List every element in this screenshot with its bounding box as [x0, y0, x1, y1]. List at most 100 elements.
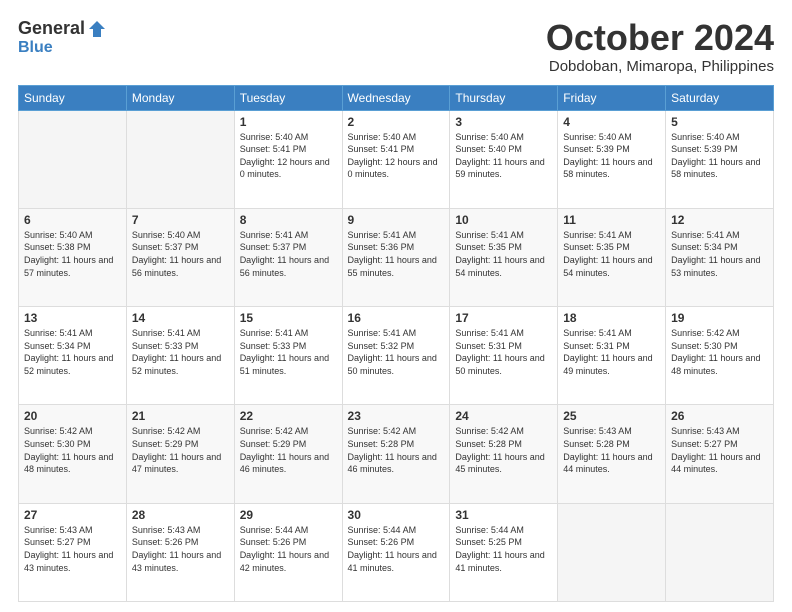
- calendar-cell: [126, 110, 234, 208]
- sunrise-text: Sunrise: 5:43 AM: [563, 425, 660, 438]
- daylight-text: Daylight: 11 hours and 54 minutes.: [455, 254, 552, 279]
- calendar-cell: 11Sunrise: 5:41 AMSunset: 5:35 PMDayligh…: [558, 208, 666, 306]
- daylight-text: Daylight: 11 hours and 52 minutes.: [24, 352, 121, 377]
- sunrise-text: Sunrise: 5:42 AM: [348, 425, 445, 438]
- calendar-cell: 12 Sunrise: 5:41 AMSunset: 5:34 PMDayligh…: [666, 208, 774, 306]
- sunset-text: Sunset: 5:25 PM: [455, 536, 552, 549]
- calendar-week-row: 13Sunrise: 5:41 AMSunset: 5:34 PMDayligh…: [19, 307, 774, 405]
- calendar-cell: 22 Sunrise: 5:42 AMSunset: 5:29 PMDayligh…: [234, 405, 342, 503]
- logo-icon: [87, 19, 107, 39]
- daylight-text: Daylight: 11 hours and 57 minutes.: [24, 254, 121, 279]
- sunset-text: Sunset: 5:35 PM: [563, 241, 660, 254]
- daylight-text: Daylight: 11 hours and 53 minutes.: [671, 254, 768, 279]
- calendar-day-header: Monday: [126, 85, 234, 110]
- daylight-text: Daylight: 11 hours and 46 minutes.: [240, 451, 337, 476]
- day-info: Sunrise: 5:41 AMSunset: 5:35 PMDaylight:…: [563, 229, 660, 279]
- daylight-text: Daylight: 11 hours and 41 minutes.: [348, 549, 445, 574]
- calendar-cell: 25 Sunrise: 5:43 AMSunset: 5:28 PMDayligh…: [558, 405, 666, 503]
- daylight-text: Daylight: 11 hours and 52 minutes.: [132, 352, 229, 377]
- day-info: Sunrise: 5:41 AMSunset: 5:31 PMDaylight:…: [455, 327, 552, 377]
- day-info: Sunrise: 5:40 AMSunset: 5:38 PMDaylight:…: [24, 229, 121, 279]
- day-number: 24: [455, 409, 552, 423]
- calendar-cell: 21Sunrise: 5:42 AMSunset: 5:29 PMDayligh…: [126, 405, 234, 503]
- calendar-cell: 20Sunrise: 5:42 AMSunset: 5:30 PMDayligh…: [19, 405, 127, 503]
- daylight-text: Daylight: 11 hours and 59 minutes.: [455, 156, 552, 181]
- day-info: Sunrise: 5:41 AMSunset: 5:36 PMDaylight:…: [348, 229, 445, 279]
- sunset-text: Sunset: 5:28 PM: [348, 438, 445, 451]
- day-number: 22: [240, 409, 337, 423]
- sunrise-text: Sunrise: 5:41 AM: [240, 229, 337, 242]
- calendar-header-row: SundayMondayTuesdayWednesdayThursdayFrid…: [19, 85, 774, 110]
- day-number: 4: [563, 115, 660, 129]
- sunset-text: Sunset: 5:37 PM: [240, 241, 337, 254]
- daylight-text: Daylight: 11 hours and 56 minutes.: [240, 254, 337, 279]
- calendar-cell: 14Sunrise: 5:41 AMSunset: 5:33 PMDayligh…: [126, 307, 234, 405]
- day-number: 13: [24, 311, 121, 325]
- day-number: 19: [671, 311, 768, 325]
- sunrise-text: Sunrise: 5:41 AM: [455, 327, 552, 340]
- calendar-cell: 24 Sunrise: 5:42 AMSunset: 5:28 PMDayligh…: [450, 405, 558, 503]
- day-number: 29: [240, 508, 337, 522]
- calendar-cell: 5Sunrise: 5:40 AMSunset: 5:39 PMDaylight…: [666, 110, 774, 208]
- daylight-text: Daylight: 11 hours and 43 minutes.: [24, 549, 121, 574]
- sunset-text: Sunset: 5:34 PM: [24, 340, 121, 353]
- sunrise-text: Sunrise: 5:40 AM: [671, 131, 768, 144]
- day-info: Sunrise: 5:42 AMSunset: 5:29 PMDaylight:…: [240, 425, 337, 475]
- day-info: Sunrise: 5:40 AMSunset: 5:41 PMDaylight:…: [348, 131, 445, 181]
- sunset-text: Sunset: 5:39 PM: [563, 143, 660, 156]
- day-number: 12: [671, 213, 768, 227]
- sunset-text: Sunset: 5:29 PM: [240, 438, 337, 451]
- calendar-week-row: 6Sunrise: 5:40 AMSunset: 5:38 PMDaylight…: [19, 208, 774, 306]
- day-info: Sunrise: 5:42 AMSunset: 5:28 PMDaylight:…: [455, 425, 552, 475]
- day-info: Sunrise: 5:41 AMSunset: 5:32 PMDaylight:…: [348, 327, 445, 377]
- calendar-cell: 8Sunrise: 5:41 AMSunset: 5:37 PMDaylight…: [234, 208, 342, 306]
- sunset-text: Sunset: 5:28 PM: [455, 438, 552, 451]
- sunrise-text: Sunrise: 5:41 AM: [348, 327, 445, 340]
- day-info: Sunrise: 5:43 AMSunset: 5:28 PMDaylight:…: [563, 425, 660, 475]
- day-info: Sunrise: 5:43 AMSunset: 5:26 PMDaylight:…: [132, 524, 229, 574]
- sunrise-text: Sunrise: 5:40 AM: [132, 229, 229, 242]
- sunrise-text: Sunrise: 5:41 AM: [563, 327, 660, 340]
- daylight-text: Daylight: 11 hours and 56 minutes.: [132, 254, 229, 279]
- day-info: Sunrise: 5:42 AMSunset: 5:30 PMDaylight:…: [24, 425, 121, 475]
- sunrise-text: Sunrise: 5:43 AM: [24, 524, 121, 537]
- daylight-text: Daylight: 11 hours and 58 minutes.: [563, 156, 660, 181]
- calendar-cell: 4 Sunrise: 5:40 AMSunset: 5:39 PMDaylight…: [558, 110, 666, 208]
- page: General Blue October 2024 Dobdoban, Mima…: [0, 0, 792, 612]
- sunrise-text: Sunrise: 5:42 AM: [240, 425, 337, 438]
- sunrise-text: Sunrise: 5:40 AM: [348, 131, 445, 144]
- day-number: 25: [563, 409, 660, 423]
- day-info: Sunrise: 5:44 AMSunset: 5:26 PMDaylight:…: [240, 524, 337, 574]
- location-title: Dobdoban, Mimaropa, Philippines: [546, 58, 774, 75]
- calendar-cell: [666, 503, 774, 601]
- calendar-week-row: 20Sunrise: 5:42 AMSunset: 5:30 PMDayligh…: [19, 405, 774, 503]
- sunrise-text: Sunrise: 5:41 AM: [563, 229, 660, 242]
- day-info: Sunrise: 5:40 AMSunset: 5:37 PMDaylight:…: [132, 229, 229, 279]
- day-number: 28: [132, 508, 229, 522]
- daylight-text: Daylight: 11 hours and 50 minutes.: [455, 352, 552, 377]
- day-info: Sunrise: 5:40 AMSunset: 5:39 PMDaylight:…: [563, 131, 660, 181]
- daylight-text: Daylight: 12 hours and 0 minutes.: [240, 156, 337, 181]
- calendar-week-row: 27Sunrise: 5:43 AMSunset: 5:27 PMDayligh…: [19, 503, 774, 601]
- header: General Blue October 2024 Dobdoban, Mima…: [18, 18, 774, 75]
- calendar-cell: 28 Sunrise: 5:43 AMSunset: 5:26 PMDayligh…: [126, 503, 234, 601]
- month-title: October 2024: [546, 18, 774, 58]
- daylight-text: Daylight: 11 hours and 44 minutes.: [671, 451, 768, 476]
- sunset-text: Sunset: 5:40 PM: [455, 143, 552, 156]
- sunrise-text: Sunrise: 5:41 AM: [348, 229, 445, 242]
- calendar-day-header: Thursday: [450, 85, 558, 110]
- day-info: Sunrise: 5:43 AMSunset: 5:27 PMDaylight:…: [24, 524, 121, 574]
- day-info: Sunrise: 5:41 AMSunset: 5:34 PMDaylight:…: [671, 229, 768, 279]
- day-number: 16: [348, 311, 445, 325]
- sunrise-text: Sunrise: 5:40 AM: [24, 229, 121, 242]
- sunset-text: Sunset: 5:32 PM: [348, 340, 445, 353]
- sunrise-text: Sunrise: 5:41 AM: [671, 229, 768, 242]
- day-number: 23: [348, 409, 445, 423]
- day-info: Sunrise: 5:43 AMSunset: 5:27 PMDaylight:…: [671, 425, 768, 475]
- calendar-week-row: 1Sunrise: 5:40 AMSunset: 5:41 PMDaylight…: [19, 110, 774, 208]
- day-number: 5: [671, 115, 768, 129]
- sunrise-text: Sunrise: 5:40 AM: [240, 131, 337, 144]
- calendar-day-header: Tuesday: [234, 85, 342, 110]
- sunrise-text: Sunrise: 5:43 AM: [671, 425, 768, 438]
- calendar-cell: 1Sunrise: 5:40 AMSunset: 5:41 PMDaylight…: [234, 110, 342, 208]
